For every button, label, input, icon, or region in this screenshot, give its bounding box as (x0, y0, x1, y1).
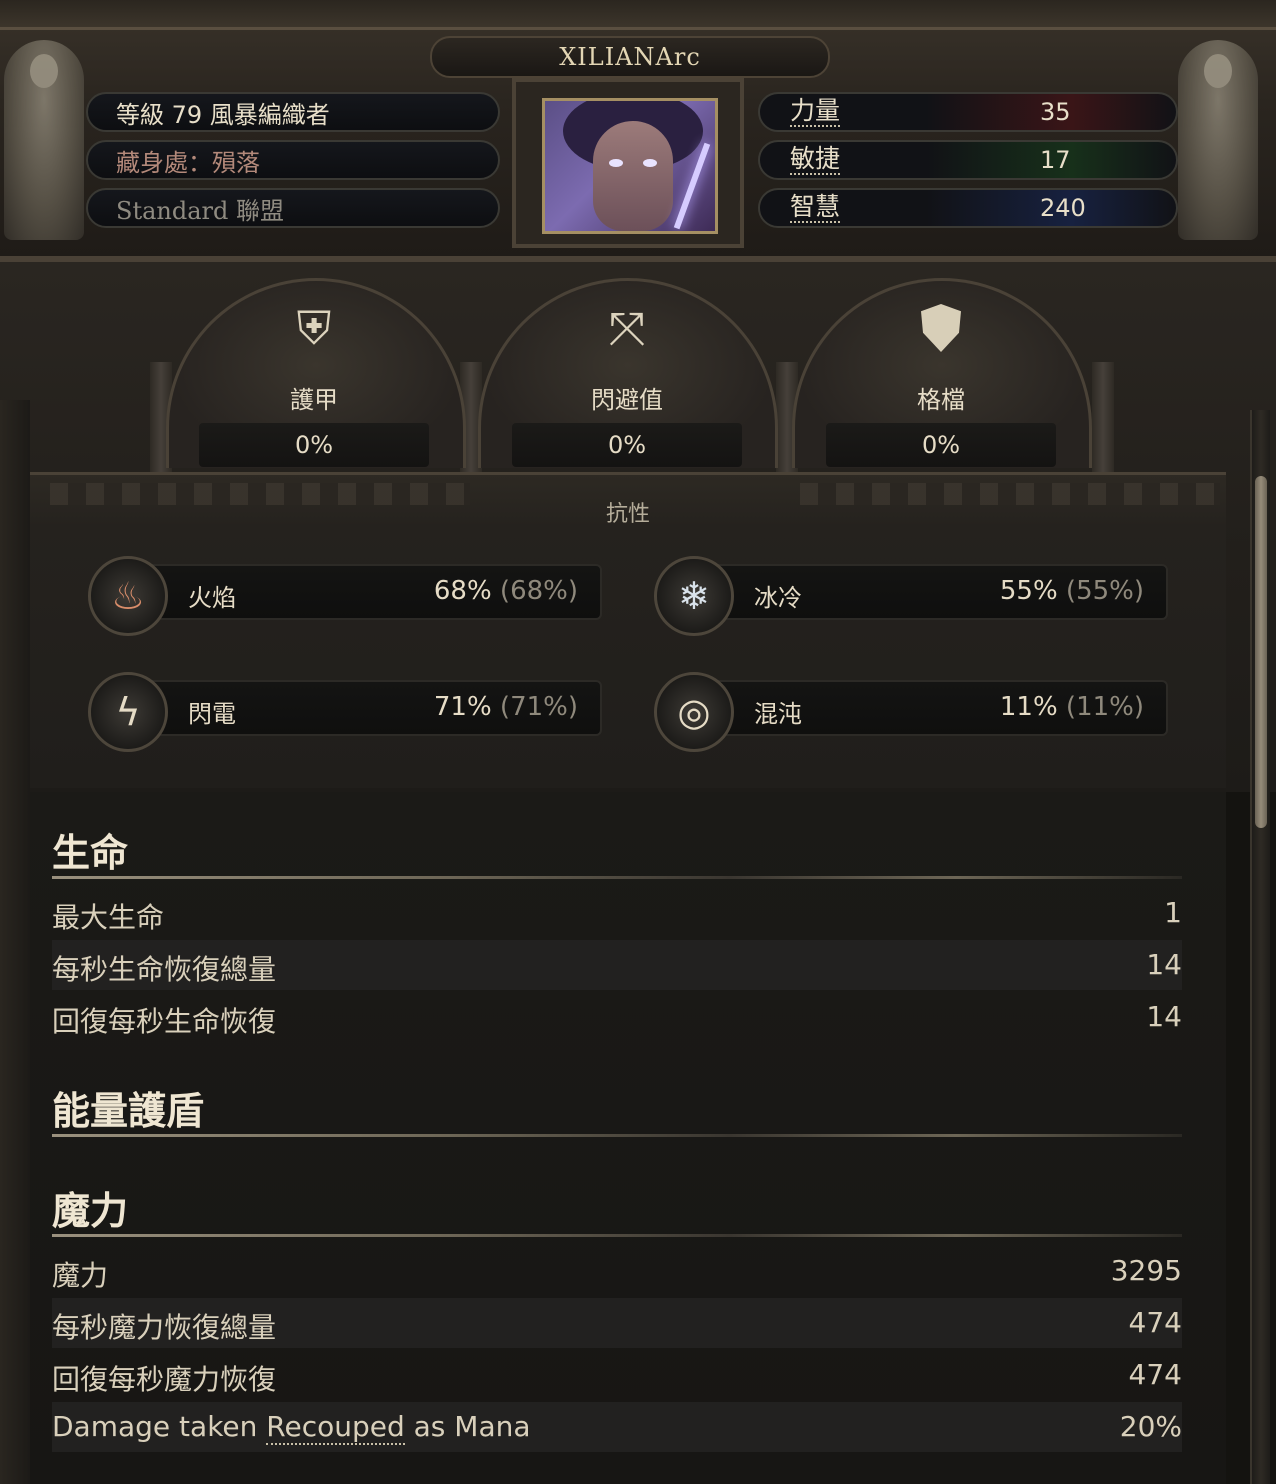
recouped-keyword-link[interactable]: Recouped (266, 1410, 405, 1445)
portrait-frame (512, 78, 744, 248)
resistance-lightning-value: 71% (71%) (433, 692, 578, 722)
character-portrait[interactable] (542, 98, 718, 234)
stats-list: 生命 最大生命 1 每秒生命恢復總量 14 回復每秒生命恢復 14 能量護盾 魔… (30, 792, 1226, 1484)
section-title-energy-shield: 能量護盾 (52, 1089, 205, 1133)
hideout-pill[interactable]: 藏身處：殞落 (86, 140, 500, 180)
stat-label: Damage taken Recouped as Mana (52, 1410, 531, 1445)
evasion-icon: ⤧ (608, 301, 646, 355)
stat-label: 每秒魔力恢復總量 (52, 1311, 277, 1344)
defence-block-label: 格檔 (917, 386, 965, 414)
character-name: XILIANArc (559, 43, 701, 71)
attribute-dexterity[interactable]: 敏捷 17 (758, 140, 1178, 180)
league-text: Standard 聯盟 (116, 196, 284, 225)
defence-armour-label: 護甲 (290, 386, 338, 414)
cold-icon: ❄ (654, 556, 734, 636)
section-title-mana: 魔力 (52, 1189, 129, 1233)
attribute-intelligence-value: 240 (1040, 194, 1086, 222)
attribute-intelligence-label[interactable]: 智慧 (790, 193, 841, 223)
resistance-cold-label: 冰冷 (754, 584, 802, 612)
header-top-rim (0, 0, 1276, 30)
resistance-cold-value: 55% (55%) (999, 576, 1144, 606)
stat-row[interactable]: 最大生命 1 (52, 888, 1182, 938)
section-divider (52, 1234, 1182, 1237)
stat-value: 14 (1146, 948, 1182, 981)
left-statue-decoration (4, 40, 84, 240)
attribute-intelligence[interactable]: 智慧 240 (758, 188, 1178, 228)
attribute-dexterity-label[interactable]: 敏捷 (790, 145, 841, 175)
chaos-icon: ◎ (654, 672, 734, 752)
defence-armour-value: 0% (199, 423, 429, 467)
right-statue-decoration (1178, 40, 1258, 240)
resistance-cold[interactable]: ❄ 冰冷 55% (55%) (654, 556, 1168, 636)
defence-evasion-value: 0% (512, 423, 742, 467)
stat-label: 最大生命 (52, 901, 165, 934)
attribute-dexterity-value: 17 (1040, 146, 1071, 174)
stat-row-recoup[interactable]: Damage taken Recouped as Mana 20% (52, 1402, 1182, 1452)
level-class-text: 等級 79 風暴編織者 (116, 100, 330, 129)
resistance-panel: ♨ 火焰 68% (68%) ❄ 冰冷 55% (55%) ϟ 閃電 71% (… (30, 524, 1226, 788)
scrollbar-thumb[interactable] (1255, 476, 1267, 828)
stat-value: 14 (1146, 1000, 1182, 1033)
section-divider (52, 876, 1182, 879)
resistance-fire-label: 火焰 (188, 584, 236, 612)
stat-row[interactable]: 回復每秒生命恢復 14 (52, 992, 1182, 1042)
resistance-chaos-label: 混沌 (754, 700, 802, 728)
stat-label: 回復每秒生命恢復 (52, 1005, 277, 1038)
stat-value: 474 (1128, 1358, 1182, 1391)
resistance-lightning[interactable]: ϟ 閃電 71% (71%) (88, 672, 602, 752)
stat-row[interactable]: 魔力 3295 (52, 1246, 1182, 1296)
stat-value: 3295 (1110, 1254, 1182, 1287)
stat-value: 1 (1164, 896, 1182, 929)
stat-label: 魔力 (52, 1259, 109, 1292)
left-frame-rail (0, 400, 30, 1484)
level-class-pill: 等級 79 風暴編織者 (86, 92, 500, 132)
stat-row[interactable]: 每秒生命恢復總量 14 (52, 940, 1182, 990)
stat-row[interactable]: 回復每秒魔力恢復 474 (52, 1350, 1182, 1400)
armour-icon: ⛨ (296, 301, 332, 355)
attribute-strength-label[interactable]: 力量 (790, 97, 841, 127)
section-divider (52, 1134, 1182, 1137)
defence-armour[interactable]: ⛨ 護甲 0% (184, 290, 444, 470)
defence-block-value: 0% (826, 423, 1056, 467)
lightning-icon: ϟ (88, 672, 168, 752)
resistance-fire-value: 68% (68%) (433, 576, 578, 606)
attribute-strength[interactable]: 力量 35 (758, 92, 1178, 132)
stat-value: 20% (1119, 1410, 1182, 1443)
hideout-text: 藏身處：殞落 (116, 148, 260, 177)
fire-icon: ♨ (88, 556, 168, 636)
section-title-life: 生命 (52, 831, 129, 875)
defence-panel: ⛨ 護甲 0% ⤧ 閃避值 0% 格檔 0% 抗性 ♨ 火焰 68% (68%)… (0, 262, 1276, 792)
resistance-chaos[interactable]: ◎ 混沌 11% (11%) (654, 672, 1168, 752)
defence-evasion[interactable]: ⤧ 閃避值 0% (497, 290, 757, 470)
stat-label: 回復每秒魔力恢復 (52, 1363, 277, 1396)
league-pill: Standard 聯盟 (86, 188, 500, 228)
character-header: XILIANArc 等級 79 風暴編織者 藏身處：殞落 Standard 聯盟… (0, 0, 1276, 262)
scrollbar-track[interactable] (1250, 410, 1270, 1484)
stat-row[interactable]: 每秒魔力恢復總量 474 (52, 1298, 1182, 1348)
attribute-strength-value: 35 (1040, 98, 1071, 126)
resistance-fire[interactable]: ♨ 火焰 68% (68%) (88, 556, 602, 636)
defence-evasion-label: 閃避值 (591, 386, 663, 414)
resistance-lightning-label: 閃電 (188, 700, 236, 728)
character-name-plate: XILIANArc (430, 36, 830, 78)
stat-label: 每秒生命恢復總量 (52, 953, 277, 986)
block-shield-icon (905, 298, 977, 358)
resistance-chaos-value: 11% (11%) (999, 692, 1144, 722)
stat-value: 474 (1128, 1306, 1182, 1339)
defence-block[interactable]: 格檔 0% (811, 290, 1071, 470)
